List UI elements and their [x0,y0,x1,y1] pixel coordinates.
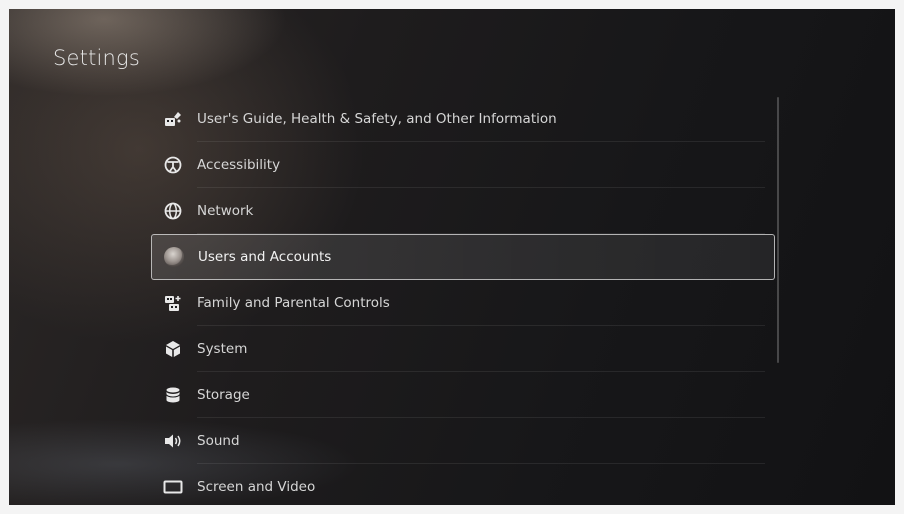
menu-item-label: Storage [197,387,250,403]
accessibility-icon [163,155,183,175]
menu-item-family-parental-controls[interactable]: Family and Parental Controls [151,280,775,326]
avatar-icon [164,247,184,267]
menu-item-accessibility[interactable]: Accessibility [151,142,775,188]
guide-icon [163,109,183,129]
menu-item-sound[interactable]: Sound [151,418,775,464]
menu-item-system[interactable]: System [151,326,775,372]
menu-item-network[interactable]: Network [151,188,775,234]
menu-item-label: Users and Accounts [198,249,332,265]
menu-item-label: Network [197,203,254,219]
menu-item-users-and-accounts[interactable]: Users and Accounts [151,234,775,280]
menu-item-label: Accessibility [197,157,281,173]
menu-item-label: User's Guide, Health & Safety, and Other… [197,111,557,127]
menu-item-label: Sound [197,433,240,449]
menu-item-users-guide[interactable]: User's Guide, Health & Safety, and Other… [151,96,775,142]
avatar [164,247,184,267]
globe-icon [163,201,183,221]
menu-item-label: System [197,341,248,357]
menu-item-label: Screen and Video [197,479,316,495]
speaker-icon [163,431,183,451]
settings-screen: Settings User's Guide, Health & Safety, … [9,9,895,505]
menu-item-screen-and-video[interactable]: Screen and Video [151,464,775,505]
menu-item-label: Family and Parental Controls [197,295,390,311]
family-icon [163,293,183,313]
storage-icon [163,385,183,405]
page-title: Settings [53,46,141,70]
menu-item-storage[interactable]: Storage [151,372,775,418]
screen-icon [163,477,183,497]
system-cube-icon [163,339,183,359]
settings-menu: User's Guide, Health & Safety, and Other… [151,96,775,505]
scrollbar[interactable] [777,97,779,363]
